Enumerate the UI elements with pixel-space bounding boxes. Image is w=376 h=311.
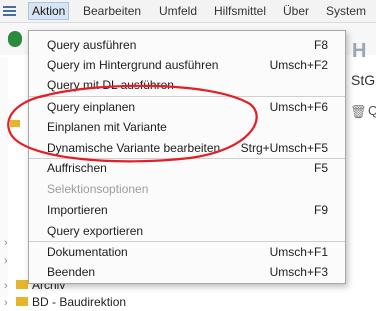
- menu-hilfsmittel[interactable]: Hilfsmittel: [211, 3, 269, 19]
- menu-item-query-mit-dl[interactable]: Query mit DL ausführen: [29, 75, 345, 95]
- aktion-dropdown-menu: Query ausführen F8 Query im Hintergrund …: [28, 30, 346, 284]
- background-stg-text: StG: [351, 72, 376, 88]
- menu-umfeld[interactable]: Umfeld: [156, 3, 200, 19]
- menu-item-query-hintergrund[interactable]: Query im Hintergrund ausführen Umsch+F2: [29, 55, 345, 75]
- execute-icon[interactable]: [8, 31, 22, 47]
- menu-item-importieren[interactable]: Importieren F9: [29, 200, 345, 220]
- menu-item-query-exportieren[interactable]: Query exportieren: [29, 221, 345, 241]
- menu-aktion[interactable]: Aktion: [28, 2, 70, 20]
- menu-item-beenden[interactable]: Beenden Umsch+F3: [29, 262, 345, 282]
- menu-item-einplanen-mit-variante[interactable]: Einplanen mit Variante: [29, 117, 345, 137]
- chevron-right-icon[interactable]: ›: [4, 255, 8, 267]
- menu-item-query-ausfuehren[interactable]: Query ausführen F8: [29, 35, 345, 55]
- menu-bar: Aktion Bearbeiten Umfeld Hilfsmittel Übe…: [0, 0, 376, 23]
- chevron-right-icon[interactable]: ›: [4, 296, 14, 310]
- menu-item-dynamische-variante[interactable]: Dynamische Variante bearbeiten Strg+Umsc…: [29, 138, 345, 158]
- folder-icon: [10, 120, 20, 127]
- background-q-text: Q: [368, 103, 376, 118]
- menu-system[interactable]: System: [323, 3, 369, 19]
- folder-icon: [16, 297, 28, 307]
- menu-item-query-einplanen[interactable]: Query einplanen Umsch+F6: [29, 97, 345, 117]
- menu-item-selektionsoptionen: Selektionsoptionen: [47, 182, 149, 196]
- menu-bearbeiten[interactable]: Bearbeiten: [80, 3, 144, 19]
- chevron-right-icon[interactable]: ›: [4, 237, 8, 249]
- menu-icon[interactable]: [3, 4, 16, 17]
- menu-item-auffrischen[interactable]: Auffrischen F5: [29, 158, 345, 178]
- tree-item-label: BD - Baudirektion: [32, 295, 127, 309]
- trash-icon[interactable]: 🗑: [350, 104, 367, 120]
- menu-item-dokumentation[interactable]: Dokumentation Umsch+F1: [29, 242, 345, 262]
- tree-item-bd-baudirektion[interactable]: › BD - Baudirektion: [4, 295, 126, 309]
- menu-ueber[interactable]: Über: [280, 3, 312, 19]
- toolbar-h-icon[interactable]: H: [352, 40, 366, 63]
- folder-icon: [16, 280, 28, 290]
- chevron-right-icon[interactable]: ›: [4, 279, 14, 293]
